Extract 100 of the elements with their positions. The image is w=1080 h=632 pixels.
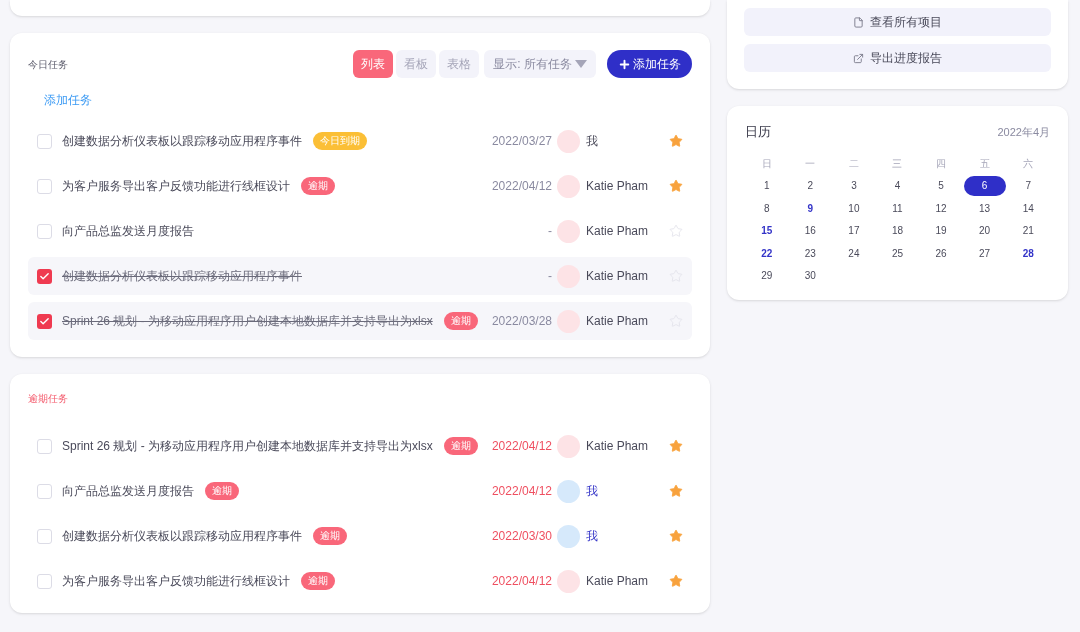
status-tag: 今日到期 bbox=[313, 132, 367, 150]
due-date: 2022/04/12 bbox=[491, 573, 552, 590]
calendar-day[interactable]: 1 bbox=[752, 175, 781, 196]
calendar-day[interactable]: 6 bbox=[963, 175, 1006, 196]
calendar-day[interactable]: 21 bbox=[1014, 220, 1043, 241]
star-icon[interactable] bbox=[669, 574, 683, 588]
status-tag: 逾期 bbox=[313, 527, 347, 545]
task-title: 创建数据分析仪表板以跟踪移动应用程序事件 bbox=[62, 528, 302, 545]
calendar-day[interactable]: 23 bbox=[796, 243, 825, 263]
checkbox[interactable] bbox=[37, 223, 52, 239]
calendar-day[interactable]: 12 bbox=[927, 198, 956, 218]
assignee-name: 我 bbox=[586, 483, 599, 500]
calendar-day[interactable]: 11 bbox=[883, 198, 912, 218]
checkbox[interactable] bbox=[37, 528, 52, 544]
avatar bbox=[557, 174, 580, 198]
calendar-day[interactable]: 28 bbox=[1014, 243, 1043, 263]
avatar bbox=[557, 129, 580, 153]
checkbox[interactable] bbox=[37, 438, 52, 454]
calendar-day[interactable]: 4 bbox=[883, 175, 912, 196]
status-tag: 逾期 bbox=[301, 177, 335, 195]
status-tag: 逾期 bbox=[443, 312, 478, 330]
assignee-name: 我 bbox=[586, 133, 599, 150]
calendar-day[interactable]: 14 bbox=[1014, 198, 1043, 218]
document-icon bbox=[853, 16, 864, 28]
assignee-name: Katie Pham bbox=[586, 268, 650, 285]
calendar-day[interactable]: 8 bbox=[752, 198, 781, 218]
calendar-day[interactable]: 16 bbox=[796, 220, 825, 241]
task-title: Sprint 26 规划 - 为移动应用程序用户创建本地数据库并支持导出为xlsx bbox=[62, 438, 433, 455]
weekday-label: 六 bbox=[1022, 156, 1035, 171]
calendar-title: 日历 bbox=[745, 123, 771, 142]
calendar-day[interactable]: 17 bbox=[839, 220, 868, 241]
calendar-day[interactable]: 9 bbox=[796, 198, 825, 218]
status-tag: 逾期 bbox=[301, 572, 335, 590]
calendar-day[interactable]: 13 bbox=[970, 198, 999, 218]
calendar-day[interactable]: 26 bbox=[927, 243, 956, 263]
due-date: 2022/03/27 bbox=[491, 133, 552, 150]
checkbox[interactable] bbox=[37, 573, 52, 589]
external-link-icon bbox=[853, 52, 864, 64]
assignee-name: Katie Pham bbox=[586, 438, 650, 455]
star-icon[interactable] bbox=[669, 134, 683, 148]
task-title: 向产品总监发送月度报告 bbox=[62, 483, 194, 500]
task-title: 创建数据分析仪表板以跟踪移动应用程序事件 bbox=[62, 268, 302, 285]
star-icon[interactable] bbox=[669, 529, 683, 543]
caret-icon bbox=[575, 60, 587, 68]
due-date: - bbox=[548, 268, 552, 285]
calendar-day[interactable]: 3 bbox=[839, 175, 868, 196]
due-date: 2022/03/30 bbox=[491, 528, 552, 545]
weekday-label: 五 bbox=[978, 156, 991, 171]
due-date: 2022/04/12 bbox=[491, 438, 552, 455]
checkbox[interactable] bbox=[37, 268, 52, 284]
calendar-day[interactable]: 25 bbox=[883, 243, 912, 263]
calendar-day[interactable]: 27 bbox=[970, 243, 999, 263]
section-title: 逾期任务 bbox=[28, 391, 68, 406]
assignee-name: Katie Pham bbox=[586, 178, 650, 195]
due-date: 2022/03/28 bbox=[491, 313, 552, 330]
calendar-day[interactable]: 18 bbox=[883, 220, 912, 241]
weekday-label: 日 bbox=[760, 156, 773, 171]
assignee-name: 我 bbox=[586, 528, 599, 545]
add-task-button[interactable]: 添加任务 bbox=[607, 50, 692, 78]
calendar-month: 2022年4月 bbox=[997, 124, 1050, 140]
calendar-day[interactable]: 30 bbox=[796, 265, 825, 286]
action-button[interactable]: 查看所有项目 bbox=[744, 8, 1051, 36]
calendar-day[interactable]: 10 bbox=[839, 198, 868, 218]
assignee-name: Katie Pham bbox=[586, 573, 650, 590]
due-date: 2022/04/12 bbox=[491, 178, 552, 195]
calendar-day[interactable]: 29 bbox=[752, 265, 781, 286]
assignee-name: Katie Pham bbox=[586, 223, 650, 240]
calendar-day[interactable]: 15 bbox=[752, 220, 781, 241]
task-title: 为客户服务导出客户反馈功能进行线框设计 bbox=[62, 178, 290, 195]
avatar bbox=[557, 219, 580, 243]
action-button[interactable]: 导出进度报告 bbox=[744, 44, 1051, 72]
check-icon bbox=[39, 270, 50, 282]
assignee-name: Katie Pham bbox=[586, 313, 650, 330]
status-tag: 逾期 bbox=[205, 482, 239, 500]
star-icon[interactable] bbox=[669, 179, 683, 193]
check-icon bbox=[39, 315, 50, 327]
task-title: Sprint 26 规划 - 为移动应用程序用户创建本地数据库并支持导出为xlsx bbox=[62, 313, 433, 330]
calendar-day[interactable]: 19 bbox=[927, 220, 956, 241]
calendar-day[interactable]: 5 bbox=[927, 175, 956, 196]
weekday-label: 三 bbox=[891, 156, 904, 171]
avatar bbox=[557, 434, 580, 458]
task-title: 为客户服务导出客户反馈功能进行线框设计 bbox=[62, 573, 290, 590]
checkbox[interactable] bbox=[37, 178, 52, 194]
checkbox[interactable] bbox=[37, 483, 52, 499]
star-icon[interactable] bbox=[669, 484, 683, 498]
calendar-day[interactable]: 22 bbox=[752, 243, 781, 263]
section-title: 今日任务 bbox=[28, 57, 68, 72]
avatar bbox=[557, 569, 580, 593]
star-icon[interactable] bbox=[669, 439, 683, 453]
checkbox[interactable] bbox=[37, 313, 52, 329]
calendar-day[interactable]: 20 bbox=[970, 220, 999, 241]
weekday-label: 四 bbox=[935, 156, 948, 171]
checkbox[interactable] bbox=[37, 133, 52, 149]
calendar-day[interactable]: 7 bbox=[1014, 175, 1043, 196]
plus-icon bbox=[618, 57, 631, 71]
task-title: 创建数据分析仪表板以跟踪移动应用程序事件 bbox=[62, 133, 302, 150]
avatar bbox=[557, 524, 580, 548]
task-title: 向产品总监发送月度报告 bbox=[62, 223, 194, 240]
calendar-day[interactable]: 2 bbox=[796, 175, 825, 196]
calendar-day[interactable]: 24 bbox=[839, 243, 868, 263]
